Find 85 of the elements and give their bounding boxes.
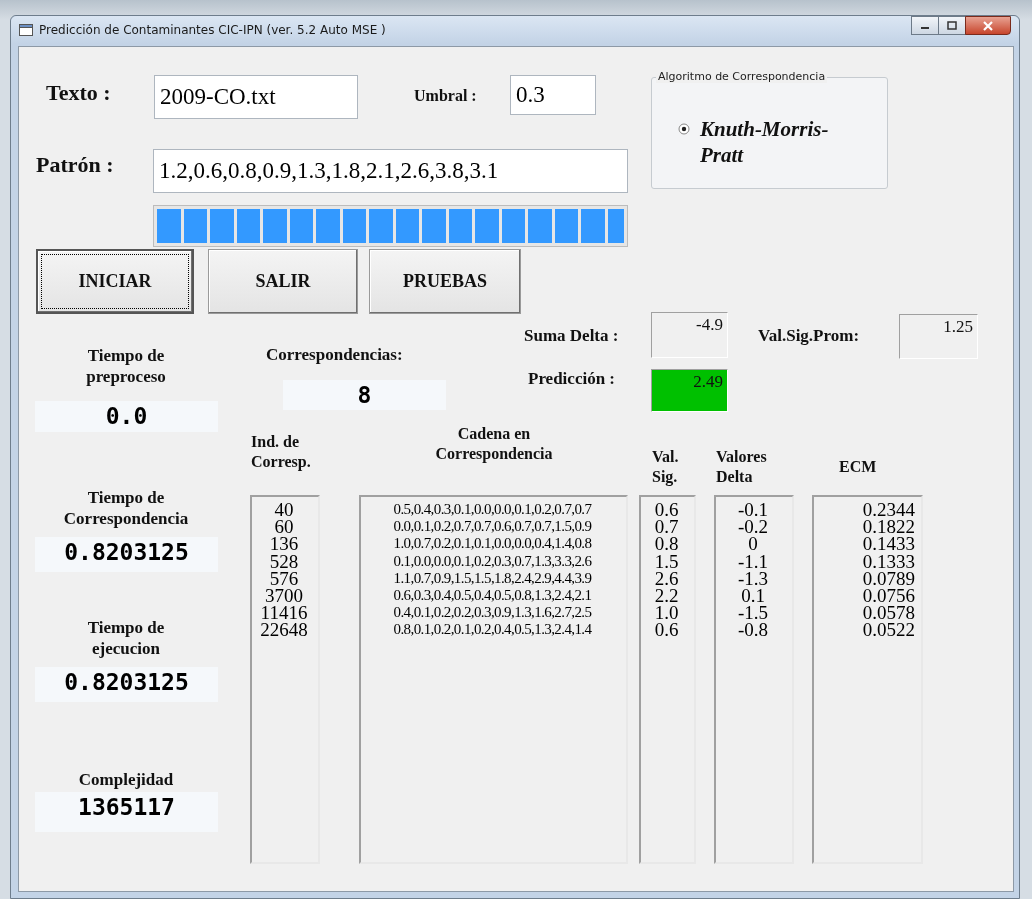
- list-item[interactable]: 0.1433: [818, 535, 915, 553]
- timing-label: Tiempo de ejecucion: [86, 617, 166, 659]
- list-item[interactable]: 0.1: [720, 587, 786, 605]
- window-title: Predicción de Contaminantes CIC-IPN (ver. 5.2 Auto MSE ): [39, 23, 386, 37]
- maximize-icon: [947, 21, 957, 30]
- list-box[interactable]: 40 60 136 528 576 3700 11416 22648: [250, 495, 320, 864]
- prediccion-label: Predicción :: [528, 369, 616, 389]
- list-item[interactable]: -0.8: [720, 621, 786, 639]
- column-header: Valores Delta: [716, 447, 768, 487]
- list-item[interactable]: 0.1822: [818, 518, 915, 536]
- column-header: Cadena en Correspondencia: [434, 424, 554, 464]
- radio-label[interactable]: Knuth-Morris-Pratt: [700, 116, 860, 168]
- list-item[interactable]: 40: [256, 501, 312, 519]
- list-item[interactable]: 1.5: [645, 552, 688, 570]
- list-box[interactable]: 0.6 0.7 0.8 1.5 2.6 2.2 1.0 0.6: [639, 495, 696, 864]
- timing-label: Complejidad: [77, 769, 175, 790]
- column-header: Ind. de Corresp.: [251, 432, 312, 472]
- close-icon: [982, 20, 994, 31]
- list-item[interactable]: 136: [256, 535, 312, 553]
- list-item[interactable]: 1.0,0.7,0.2,0.1,0.1,0.0,0.0,0.4,1.4,0.8: [365, 535, 620, 553]
- suma-delta-value: -4.9: [651, 312, 728, 358]
- correspondencias-value: 8: [283, 380, 446, 410]
- window-icon: [19, 24, 33, 36]
- list-item[interactable]: 0.6: [645, 501, 688, 519]
- list-item[interactable]: 0: [720, 535, 786, 553]
- list-item[interactable]: -0.1: [720, 501, 786, 519]
- list-item[interactable]: 60: [256, 518, 312, 536]
- list-item[interactable]: 0.2344: [818, 501, 915, 519]
- list-item[interactable]: 528: [256, 552, 312, 570]
- list-item[interactable]: 0.8: [645, 535, 688, 553]
- list-item[interactable]: 0.0522: [818, 621, 915, 639]
- list-item[interactable]: 0.5,0.4,0.3,0.1,0.0,0.0,0.1,0.2,0.7,0.7: [365, 501, 620, 519]
- list-item[interactable]: 0.0,0.1,0.2,0.7,0.7,0.6,0.7,0.7,1.5,0.9: [365, 518, 620, 536]
- list-item[interactable]: 0.0578: [818, 604, 915, 622]
- patron-field[interactable]: 1.2,0.6,0.8,0.9,1.3,1.8,2.1,2.6,3.8,3.1: [153, 149, 628, 193]
- prediccion-value: 2.49: [651, 369, 728, 412]
- val-sig-prom-label: Val.Sig.Prom:: [758, 326, 860, 346]
- list-item[interactable]: 1.0: [645, 604, 688, 622]
- list-item[interactable]: 3700: [256, 587, 312, 605]
- list-item[interactable]: -1.3: [720, 569, 786, 587]
- list-item[interactable]: 576: [256, 569, 312, 587]
- list-item[interactable]: -0.2: [720, 518, 786, 536]
- list-box[interactable]: [359, 495, 628, 864]
- umbral-label: Umbral :: [414, 87, 477, 105]
- list-box[interactable]: 0.2344 0.1822 0.1433 0.1333 0.0789 0.0756 0.0578 0.0522: [812, 495, 923, 864]
- timing-value: 1365117: [35, 792, 218, 832]
- timing-label: Tiempo de Correspondencia: [62, 487, 190, 529]
- action-button[interactable]: SALIR: [208, 249, 358, 314]
- list-item[interactable]: 0.7: [645, 518, 688, 536]
- list-item[interactable]: 1.1,0.7,0.9,1.5,1.5,1.8,2.4,2.9,4.4,3.9: [365, 569, 620, 587]
- list-item[interactable]: -1.1: [720, 552, 786, 570]
- timing-label: Tiempo de preproceso: [85, 345, 167, 387]
- list-item[interactable]: 0.8,0.1,0.2,0.1,0.2,0.4,0.5,1.3,2.4,1.4: [365, 621, 620, 639]
- texto-label: Texto :: [46, 80, 111, 106]
- list-item[interactable]: 0.4,0.1,0.2,0.2,0.3,0.9,1.3,1.6,2.7,2.5: [365, 604, 620, 622]
- list-item[interactable]: 2.6: [645, 569, 688, 587]
- radio-button[interactable]: [678, 123, 690, 135]
- list-item[interactable]: 2.2: [645, 587, 688, 605]
- list-item[interactable]: -1.5: [720, 604, 786, 622]
- action-button[interactable]: INICIAR: [36, 249, 194, 314]
- timing-value: 0.8203125: [35, 667, 218, 702]
- list-item[interactable]: 0.6: [645, 621, 688, 639]
- list-item[interactable]: 0.0789: [818, 569, 915, 587]
- list-item[interactable]: 0.6,0.3,0.4,0.5,0.4,0.5,0.8,1.3,2.4,2.1: [365, 587, 620, 605]
- maximize-button[interactable]: [938, 16, 966, 35]
- group-legend: Algoritmo de Correspondencia: [656, 70, 828, 83]
- correspondencias-label: Correspondencias:: [266, 345, 403, 365]
- suma-delta-label: Suma Delta :: [524, 326, 619, 346]
- minimize-button[interactable]: [911, 16, 939, 35]
- column-header: Val. Sig.: [652, 447, 680, 487]
- timing-value: 0.0: [35, 401, 218, 432]
- texto-field[interactable]: 2009-CO.txt: [154, 75, 358, 119]
- action-button[interactable]: PRUEBAS: [369, 249, 521, 314]
- close-button[interactable]: [965, 16, 1011, 35]
- timing-value: 0.8203125: [35, 537, 218, 572]
- list-item[interactable]: 22648: [256, 621, 312, 639]
- list-item[interactable]: 0.1,0.0,0.0,0.1,0.2,0.3,0.7,1.3,3.3,2.6: [365, 552, 620, 570]
- umbral-field[interactable]: 0.3: [510, 75, 596, 115]
- column-header: ECM: [839, 457, 878, 477]
- list-box[interactable]: -0.1 -0.2 0 -1.1 -1.3 0.1 -1.5 -0.8: [714, 495, 794, 864]
- patron-label: Patrón :: [36, 152, 114, 178]
- list-item[interactable]: 11416: [256, 604, 312, 622]
- list-item[interactable]: 0.1333: [818, 552, 915, 570]
- val-sig-prom-value: 1.25: [899, 314, 978, 359]
- list-item[interactable]: 0.0756: [818, 587, 915, 605]
